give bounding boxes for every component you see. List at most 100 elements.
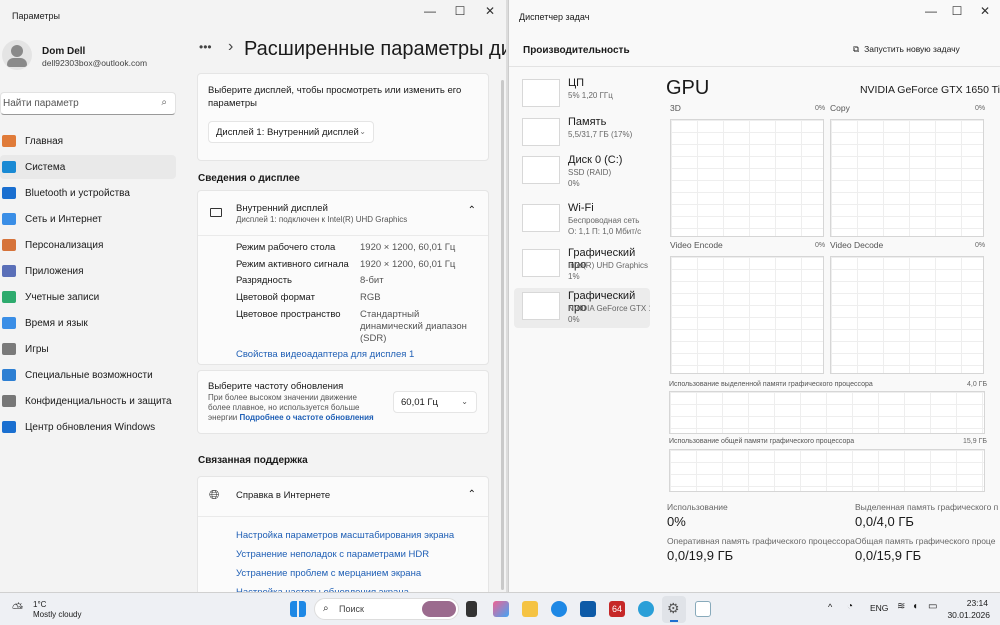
- help-card: 🌐︎ Справка в Интернете ⌃ Настройка парам…: [197, 476, 489, 592]
- sidebar-item-personalization[interactable]: Персонализация: [0, 233, 176, 257]
- row-value: 1920 × 1200, 60,01 Гц: [360, 258, 456, 270]
- wifi-icon[interactable]: ≋: [897, 601, 905, 612]
- search-highlight-image: [422, 601, 456, 617]
- language-indicator[interactable]: ENG: [870, 603, 888, 613]
- taskbar-search[interactable]: ⌕ Поиск: [314, 598, 459, 620]
- start-button[interactable]: [290, 601, 306, 617]
- store-icon[interactable]: [580, 601, 596, 617]
- task-manager-window: Диспетчер задач — ☐ ✕ Производительность…: [508, 0, 1000, 592]
- perf-thumbnail: [522, 156, 560, 184]
- perf-item[interactable]: Память 5,5/31,7 ГБ (17%): [514, 114, 650, 154]
- close-button[interactable]: ✕: [478, 4, 502, 22]
- weather-temp[interactable]: 1°C: [33, 600, 46, 609]
- display-sub: Дисплей 1: подключен к Intel(R) UHD Grap…: [236, 215, 408, 224]
- minimize-button[interactable]: —: [919, 4, 943, 22]
- clock-date[interactable]: 30.01.2026: [947, 610, 990, 620]
- help-link[interactable]: Устранение неполадок с параметрами HDR: [236, 549, 429, 560]
- bluetooth-icon: [2, 187, 16, 199]
- sidebar-item-label: Система: [25, 161, 66, 173]
- display-name: Внутренний дисплей: [236, 203, 328, 214]
- refresh-info-link[interactable]: Подробнее о частоте обновления: [240, 413, 374, 422]
- close-button[interactable]: ✕: [973, 4, 997, 22]
- engine-label[interactable]: 3D: [670, 103, 681, 113]
- scrollbar[interactable]: [501, 80, 504, 590]
- weather-text[interactable]: Mostly cloudy: [33, 610, 81, 619]
- sidebar-item-label: Сеть и Интернет: [25, 213, 103, 225]
- help-link[interactable]: Устранение проблем с мерцанием экрана: [236, 568, 421, 579]
- maximize-button[interactable]: ☐: [448, 4, 472, 22]
- display-info-row: Цветовое пространство Стандартный динамич…: [236, 308, 467, 344]
- maximize-button[interactable]: ☐: [945, 4, 969, 22]
- stat-value: 0,0/15,9 ГБ: [855, 548, 922, 563]
- sidebar-item-accounts[interactable]: Учетные записи: [0, 285, 176, 309]
- app-icon-notepad[interactable]: [466, 601, 477, 617]
- sidebar-item-apps[interactable]: Приложения: [0, 259, 176, 283]
- gaming-icon: [2, 343, 16, 355]
- tray-app-icon[interactable]: ◔: [847, 601, 853, 612]
- sidebar-item-accessibility[interactable]: Специальные возможности: [0, 363, 176, 387]
- engine-label[interactable]: Video Decode: [830, 240, 883, 250]
- row-label: Режим активного сигнала: [236, 258, 349, 270]
- sidebar-item-bluetooth[interactable]: Bluetooth и устройства: [0, 181, 176, 205]
- engine-label[interactable]: Copy: [830, 103, 850, 113]
- aida64-icon[interactable]: 64: [609, 601, 625, 617]
- run-task-button[interactable]: ⧉ Запустить новую задачу: [853, 44, 960, 55]
- perf-item[interactable]: Графический про NVIDIA GeForce GTX 16 0%: [514, 288, 650, 328]
- sidebar-item-network[interactable]: Сеть и Интернет: [0, 207, 176, 231]
- support-heading: Связанная поддержка: [198, 455, 308, 466]
- battery-icon[interactable]: ▭: [928, 601, 937, 612]
- row-label: Цветовой формат: [236, 292, 315, 304]
- stat-label: Использование: [667, 502, 728, 512]
- perf-item-sub: SSD (RAID): [568, 168, 612, 177]
- sidebar-item-time-language[interactable]: Время и язык: [0, 311, 176, 335]
- clock-time[interactable]: 23:14: [967, 598, 988, 608]
- perf-item[interactable]: Графический про Intel(R) UHD Graphics 1%: [514, 245, 650, 285]
- perf-item[interactable]: ЦП 5% 1,20 ГГц: [514, 75, 650, 115]
- dedicated-memory-label: Использование выделенной памяти графичес…: [669, 381, 873, 388]
- display-dropdown[interactable]: Дисплей 1: Внутренний дисплей ⌄: [208, 121, 374, 143]
- sidebar-item-home[interactable]: Главная: [0, 129, 176, 153]
- refresh-rate-dropdown[interactable]: 60,01 Гц ⌄: [393, 391, 477, 413]
- sidebar-item-gaming[interactable]: Игры: [0, 337, 176, 361]
- telegram-icon[interactable]: [638, 601, 654, 617]
- search-placeholder: Найти параметр: [3, 98, 79, 109]
- display-info-header[interactable]: Внутренний дисплей Дисплей 1: подключен …: [198, 191, 488, 236]
- display-info-card: Внутренний дисплей Дисплей 1: подключен …: [197, 190, 489, 365]
- engine-percent: 0%: [975, 105, 986, 112]
- minimize-button[interactable]: —: [418, 4, 442, 22]
- stat-label: Выделенная память графического п: [855, 502, 999, 512]
- stat-value: 0,0/4,0 ГБ: [855, 514, 914, 529]
- adapter-properties-link[interactable]: Свойства видеоадаптера для дисплея 1: [236, 349, 414, 360]
- search-icon: ⌕: [161, 97, 167, 108]
- avatar[interactable]: [2, 40, 32, 70]
- sidebar-item-system[interactable]: Система: [0, 155, 176, 179]
- perf-item[interactable]: Диск 0 (C:) SSD (RAID) 0%: [514, 152, 650, 192]
- search-input[interactable]: Найти параметр ⌕: [0, 92, 176, 115]
- perf-item-title: Память: [568, 116, 607, 128]
- file-explorer-icon[interactable]: [522, 601, 538, 617]
- help-header[interactable]: 🌐︎ Справка в Интернете ⌃: [198, 477, 488, 517]
- perf-thumbnail: [522, 118, 560, 146]
- engine-percent: 0%: [815, 242, 826, 249]
- perf-item[interactable]: Wi-Fi Беспроводная сеть О: 1,1 П: 1,0 Мбит…: [514, 200, 650, 240]
- sidebar-item-privacy[interactable]: Конфиденциальность и защита: [0, 389, 176, 413]
- edge-icon[interactable]: [551, 601, 567, 617]
- breadcrumb-more[interactable]: •••: [199, 40, 212, 54]
- engine-graph: [830, 256, 984, 374]
- settings-taskbar-button[interactable]: ⚙: [662, 596, 686, 623]
- sidebar-item-windows-update[interactable]: Центр обновления Windows: [0, 415, 176, 439]
- help-link[interactable]: Настройка параметров масштабирования экр…: [236, 530, 454, 541]
- chevron-up-icon[interactable]: ⌃: [468, 205, 476, 216]
- display-info-row: Разрядность 8-бит: [236, 275, 384, 286]
- copilot-icon[interactable]: [493, 601, 509, 617]
- engine-label[interactable]: Video Encode: [670, 240, 723, 250]
- weather-icon[interactable]: ⛅︎: [12, 600, 23, 617]
- perf-thumbnail: [522, 249, 560, 277]
- window-title: Диспетчер задач: [519, 12, 590, 22]
- row-label: Цветовое пространство: [236, 308, 341, 320]
- chevron-up-icon[interactable]: ^: [828, 602, 832, 612]
- monitor-icon: [210, 208, 222, 217]
- chevron-up-icon[interactable]: ⌃: [468, 489, 476, 500]
- task-manager-icon[interactable]: [695, 601, 711, 617]
- volume-icon[interactable]: ◖: [912, 601, 918, 612]
